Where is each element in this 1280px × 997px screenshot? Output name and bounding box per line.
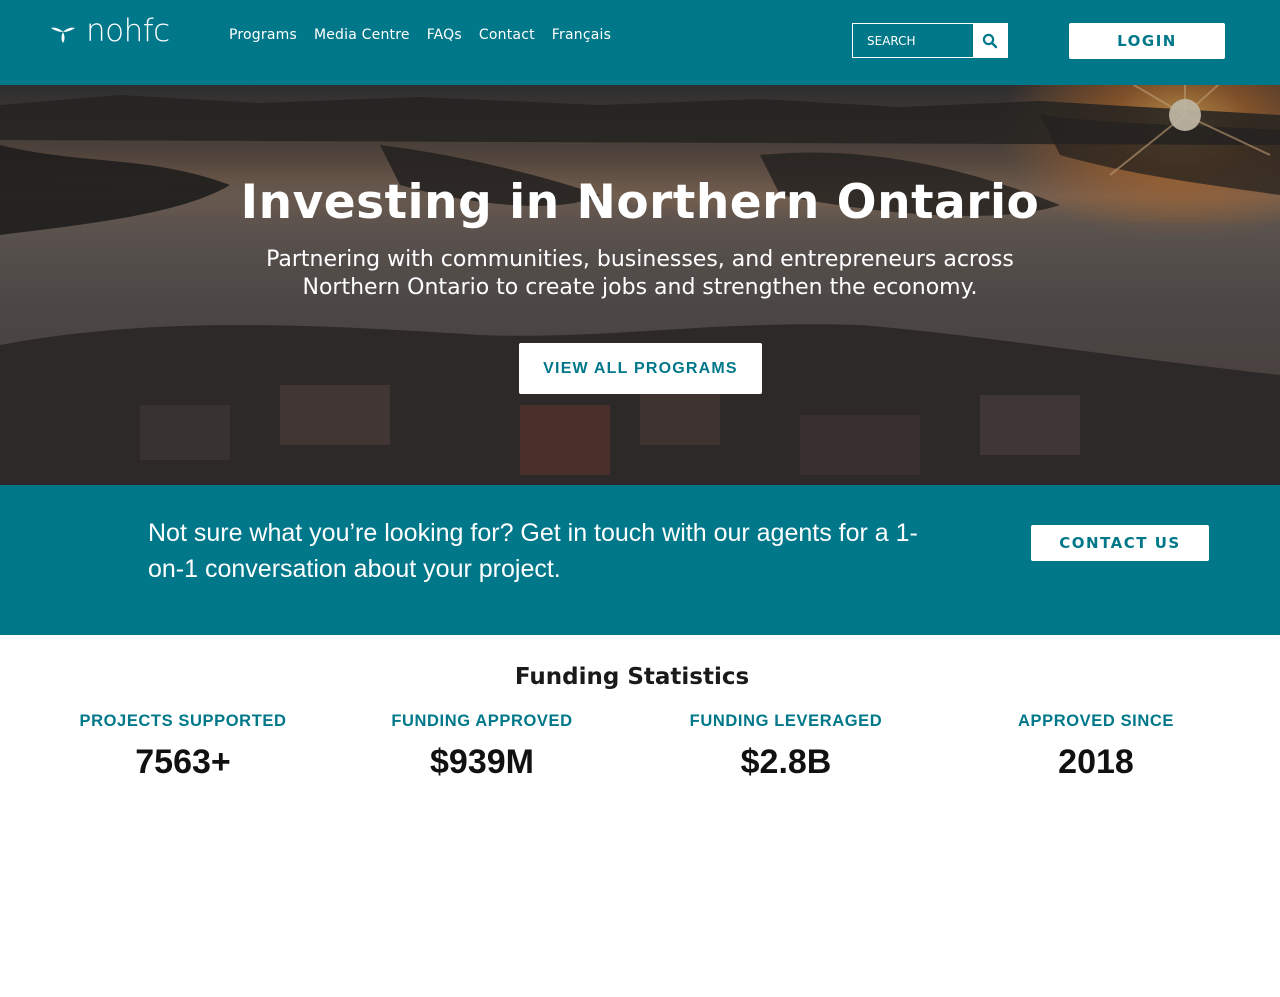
stat-label: PROJECTS SUPPORTED xyxy=(79,712,287,730)
search-icon xyxy=(982,33,998,48)
nav-faqs[interactable]: FAQs xyxy=(427,27,462,43)
hero-subtitle: Partnering with communities, businesses,… xyxy=(266,247,1014,300)
stat-funding-approved: FUNDING APPROVED $939M xyxy=(352,712,612,782)
contact-cta-band: Not sure what you’re looking for? Get in… xyxy=(0,485,1280,635)
stat-projects-supported: PROJECTS SUPPORTED 7563+ xyxy=(53,712,313,782)
search-button[interactable] xyxy=(973,24,1007,57)
stat-label: FUNDING APPROVED xyxy=(391,712,573,730)
login-button[interactable]: LOGIN xyxy=(1069,23,1225,59)
contact-us-button[interactable]: CONTACT US xyxy=(1031,525,1209,561)
stat-value: $2.8B xyxy=(740,743,832,781)
hero-banner: Investing in Northern Ontario Partnering… xyxy=(0,85,1280,485)
stat-value: 2018 xyxy=(1058,743,1134,781)
logo-text: nohfc xyxy=(86,13,170,49)
stats-title: Funding Statistics xyxy=(514,664,750,690)
search-input[interactable] xyxy=(853,24,973,57)
stat-label: APPROVED SINCE xyxy=(1017,712,1174,730)
stat-approved-since: APPROVED SINCE 2018 xyxy=(966,712,1226,782)
site-header: nohfc Programs Media Centre FAQs Contact… xyxy=(0,0,1280,85)
stat-funding-leveraged: FUNDING LEVERAGED $2.8B xyxy=(656,712,916,782)
view-all-programs-button[interactable]: VIEW ALL PROGRAMS xyxy=(519,343,762,394)
nohfc-logo[interactable]: nohfc xyxy=(50,13,170,49)
stat-value: 7563+ xyxy=(135,743,231,781)
stat-value: $939M xyxy=(430,743,534,781)
nav-francais[interactable]: Français xyxy=(552,27,611,43)
search-box xyxy=(852,23,1008,58)
cta-text: Not sure what you’re looking for? Get in… xyxy=(148,519,918,583)
trillium-logo-icon xyxy=(51,27,75,43)
nav-programs[interactable]: Programs xyxy=(229,27,297,43)
nav-contact[interactable]: Contact xyxy=(479,27,535,43)
nav-media-centre[interactable]: Media Centre xyxy=(314,27,410,43)
main-nav: Programs Media Centre FAQs Contact Franç… xyxy=(229,27,628,43)
stat-label: FUNDING LEVERAGED xyxy=(689,712,883,730)
hero-title: Investing in Northern Ontario xyxy=(240,175,1040,230)
